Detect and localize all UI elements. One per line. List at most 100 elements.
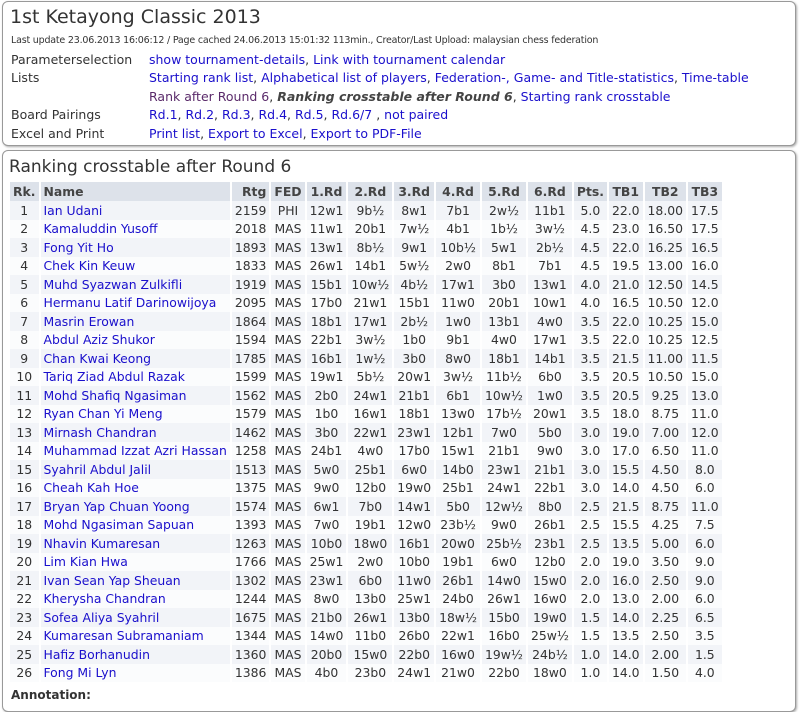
link-rd-6-7[interactable]: Rd.6/7 bbox=[332, 107, 373, 122]
player-link[interactable]: Ian Udani bbox=[44, 203, 103, 218]
column-header: Rtg bbox=[231, 182, 270, 201]
cell-4rd: 9b1 bbox=[436, 330, 481, 349]
cell-fed: MAS bbox=[271, 515, 305, 534]
table-row: 9 Chan Kwai Keong 1785 MAS 16b1 1w½ 3b0 8w0 18b1… bbox=[10, 349, 722, 368]
link-link-with-tournament-calendar[interactable]: Link with tournament calendar bbox=[313, 52, 505, 67]
player-link[interactable]: Ivan Sean Yap Sheuan bbox=[44, 573, 181, 588]
player-name-cell: Cheah Kah Hoe bbox=[40, 478, 230, 497]
cell-rtg: 1375 bbox=[231, 478, 270, 497]
cell-5rd: 2w½ bbox=[482, 201, 526, 220]
cell-2rd: 20b1 bbox=[348, 219, 393, 238]
cell-6rd: 24b½ bbox=[527, 645, 572, 664]
player-link[interactable]: Syahril Abdul Jalil bbox=[44, 462, 152, 477]
cell-2rd: 1w½ bbox=[348, 349, 393, 368]
cell-6rd: 13w1 bbox=[527, 275, 572, 294]
player-link[interactable]: Chan Kwai Keong bbox=[44, 351, 152, 366]
cell-pts: 3.5 bbox=[573, 386, 607, 405]
link-not-paired[interactable]: not paired bbox=[384, 107, 448, 122]
link-federation-game-and-title-statistics[interactable]: Federation-, Game- and Title-statistics bbox=[435, 70, 674, 85]
link-starting-rank-crosstable[interactable]: Starting rank crosstable bbox=[521, 89, 671, 104]
cell-tb2: 2.00 bbox=[644, 589, 687, 608]
cell-fed: MAS bbox=[271, 349, 305, 368]
link-rd-2[interactable]: Rd.2 bbox=[186, 107, 215, 122]
cell-tb1: 21.0 bbox=[608, 275, 643, 294]
cell-2rd: 23b0 bbox=[348, 663, 393, 682]
cell-rk: 11 bbox=[10, 386, 39, 405]
cell-5rd: 19w½ bbox=[482, 645, 526, 664]
player-name-cell: Kumaresan Subramaniam bbox=[40, 626, 230, 645]
link-rank-after-round[interactable]: Rank after Round 6 bbox=[149, 89, 269, 104]
link-starting-rank-list[interactable]: Starting rank list bbox=[149, 70, 253, 85]
cell-pts: 4.5 bbox=[573, 219, 607, 238]
player-link[interactable]: Muhammad Izzat Azri Hassan bbox=[44, 443, 227, 458]
player-link[interactable]: Chek Kin Keuw bbox=[44, 258, 136, 273]
cell-tb2: 2.50 bbox=[644, 626, 687, 645]
link-rd-5[interactable]: Rd.5 bbox=[295, 107, 324, 122]
link-export-to-excel[interactable]: Export to Excel bbox=[208, 126, 303, 141]
cell-pts: 3.0 bbox=[573, 441, 607, 460]
lists-links-2: Rank after Round 6, Ranking crosstable a… bbox=[149, 88, 671, 104]
player-link[interactable]: Abdul Aziz Shukor bbox=[44, 332, 155, 347]
cell-fed: MAS bbox=[271, 534, 305, 553]
cell-tb2: 10.50 bbox=[644, 367, 687, 386]
player-link[interactable]: Kherysha Chandran bbox=[44, 591, 166, 606]
player-link[interactable]: Tariq Ziad Abdul Razak bbox=[44, 369, 185, 384]
link-time-table[interactable]: Time-table bbox=[682, 70, 749, 85]
table-row: 14 Muhammad Izzat Azri Hassan 1258 MAS 24b1 4… bbox=[10, 441, 722, 460]
player-link[interactable]: Mohd Shafiq Ngasiman bbox=[44, 388, 187, 403]
player-link[interactable]: Kumaresan Subramaniam bbox=[44, 628, 204, 643]
link-show-tournament-details[interactable]: show tournament-details bbox=[149, 52, 305, 67]
player-link[interactable]: Bryan Yap Chuan Yoong bbox=[44, 499, 190, 514]
cell-3rd: 22b0 bbox=[394, 645, 435, 664]
cell-fed: MAS bbox=[271, 441, 305, 460]
link-alphabetical-list-of-players[interactable]: Alphabetical list of players bbox=[261, 70, 427, 85]
link-rd-4[interactable]: Rd.4 bbox=[259, 107, 288, 122]
cell-5rd: 22b0 bbox=[482, 663, 526, 682]
cell-2rd: 6b0 bbox=[348, 571, 393, 590]
cell-fed: MAS bbox=[271, 404, 305, 423]
cell-4rd: 17w1 bbox=[436, 275, 481, 294]
player-link[interactable]: Masrin Erowan bbox=[44, 314, 135, 329]
cell-pts: 2.5 bbox=[573, 515, 607, 534]
table-row: 6 Hermanu Latif Darinowijoya 2095 MAS 17b0 21… bbox=[10, 293, 722, 312]
cell-3rd: 10b0 bbox=[394, 552, 435, 571]
cell-fed: MAS bbox=[271, 645, 305, 664]
player-link[interactable]: Lim Kian Hwa bbox=[44, 554, 128, 569]
cell-4rd: 19b1 bbox=[436, 552, 481, 571]
link-export-to-pdf-file[interactable]: Export to PDF-File bbox=[311, 126, 422, 141]
player-link[interactable]: Sofea Aliya Syahril bbox=[44, 610, 160, 625]
cell-pts: 4.0 bbox=[573, 293, 607, 312]
player-link[interactable]: Kamaluddin Yusoff bbox=[44, 221, 158, 236]
cell-3rd: 21b1 bbox=[394, 386, 435, 405]
link-print-list[interactable]: Print list bbox=[149, 126, 200, 141]
player-link[interactable]: Fong Mi Lyn bbox=[44, 665, 117, 680]
cell-tb3: 9.0 bbox=[688, 552, 722, 571]
cell-tb1: 21.5 bbox=[608, 349, 643, 368]
player-link[interactable]: Muhd Syazwan Zulkifli bbox=[44, 277, 183, 292]
cell-tb2: 5.00 bbox=[644, 534, 687, 553]
cell-1rd: 4b0 bbox=[306, 663, 347, 682]
cell-4rd: 2w0 bbox=[436, 256, 481, 275]
cell-tb2: 2.50 bbox=[644, 571, 687, 590]
player-link[interactable]: Mohd Ngasiman Sapuan bbox=[44, 517, 195, 532]
player-link[interactable]: Hafiz Borhanudin bbox=[44, 647, 150, 662]
player-link[interactable]: Mirnash Chandran bbox=[44, 425, 157, 440]
cell-5rd: 26w1 bbox=[482, 589, 526, 608]
cell-rtg: 1833 bbox=[231, 256, 270, 275]
player-link[interactable]: Hermanu Latif Darinowijoya bbox=[44, 295, 217, 310]
cell-2rd: 4w0 bbox=[348, 441, 393, 460]
link-rd-1[interactable]: Rd.1 bbox=[149, 107, 178, 122]
player-link[interactable]: Ryan Chan Yi Meng bbox=[44, 406, 163, 421]
cell-1rd: 8w0 bbox=[306, 589, 347, 608]
player-link[interactable]: Cheah Kah Hoe bbox=[44, 480, 139, 495]
player-link[interactable]: Fong Yit Ho bbox=[44, 240, 114, 255]
player-name-cell: Mohd Ngasiman Sapuan bbox=[40, 515, 230, 534]
player-link[interactable]: Nhavin Kumaresan bbox=[44, 536, 161, 551]
cell-3rd: 4b½ bbox=[394, 275, 435, 294]
link-rd-3[interactable]: Rd.3 bbox=[222, 107, 251, 122]
player-name-cell: Kamaluddin Yusoff bbox=[40, 219, 230, 238]
cell-1rd: 26w1 bbox=[306, 256, 347, 275]
cell-tb1: 23.0 bbox=[608, 219, 643, 238]
cell-2rd: 3w½ bbox=[348, 330, 393, 349]
player-name-cell: Hermanu Latif Darinowijoya bbox=[40, 293, 230, 312]
